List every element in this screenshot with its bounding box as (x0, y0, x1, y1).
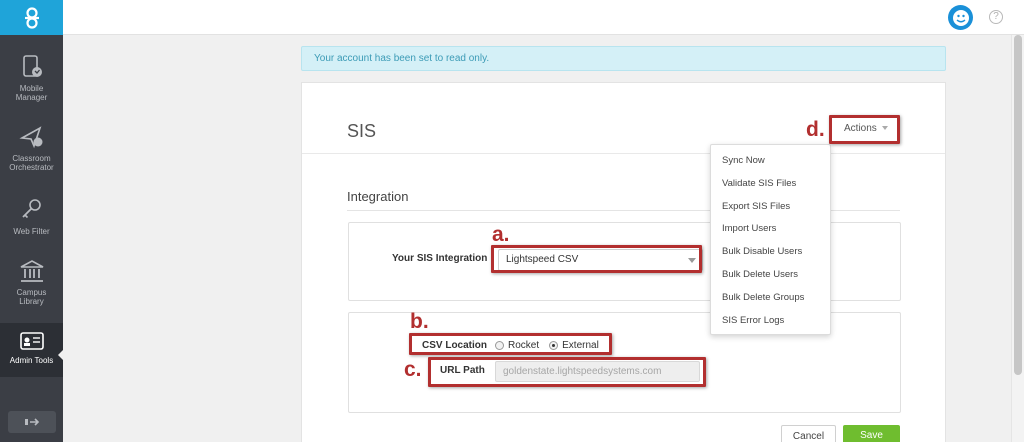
annotation-label-b: b. (410, 310, 429, 333)
paper-plane-icon (18, 126, 42, 149)
menu-item-export-sis-files[interactable]: Export SIS Files (711, 196, 830, 219)
sidebar-item-classroom-orchestrator[interactable]: Classroom Orchestrator (0, 124, 63, 172)
key-icon (21, 199, 41, 219)
id-card-icon (19, 332, 44, 350)
menu-item-bulk-delete-users[interactable]: Bulk Delete Users (711, 264, 830, 287)
menu-item-bulk-delete-groups[interactable]: Bulk Delete Groups (711, 287, 830, 310)
page-scrollbar[interactable] (1011, 35, 1024, 442)
annotation-highlight-d (829, 115, 900, 144)
scrollbar-thumb[interactable] (1014, 35, 1022, 375)
sidebar-item-mobile-manager[interactable]: Mobile Manager (0, 54, 63, 102)
menu-item-bulk-disable-users[interactable]: Bulk Disable Users (711, 241, 830, 264)
annotation-label-d: d. (806, 118, 825, 141)
sidebar-item-admin-tools[interactable]: Admin Tools (0, 323, 64, 377)
menu-item-sis-error-logs[interactable]: SIS Error Logs (711, 310, 830, 333)
library-building-icon (20, 260, 43, 282)
menu-item-validate-sis-files[interactable]: Validate SIS Files (711, 173, 830, 196)
save-button[interactable]: Save (843, 425, 900, 442)
lightspeed-logo-icon[interactable] (0, 0, 63, 35)
cancel-button[interactable]: Cancel (781, 425, 836, 442)
annotation-label-c: c. (404, 358, 422, 381)
actions-dropdown-menu: Sync Now Validate SIS Files Export SIS F… (710, 144, 831, 335)
annotation-highlight-a (491, 245, 702, 273)
annotation-highlight-b (409, 333, 612, 355)
collapse-arrow-icon (25, 418, 40, 426)
annotation-label-a: a. (492, 223, 510, 246)
top-bar (63, 0, 1024, 35)
annotation-highlight-c (428, 357, 706, 387)
help-icon[interactable]: ? (989, 10, 1003, 24)
sidebar: Mobile Manager Classroom Orchestrator We… (0, 0, 64, 442)
sis-integration-label: Your SIS Integration (392, 253, 488, 264)
divider (302, 153, 945, 154)
menu-item-import-users[interactable]: Import Users (711, 218, 830, 241)
sidebar-collapse-button[interactable] (8, 411, 56, 433)
page-title: SIS (347, 121, 377, 141)
user-avatar[interactable] (948, 5, 973, 30)
read-only-alert: Your account has been set to read only. (301, 46, 946, 71)
section-title-integration: Integration (347, 189, 409, 204)
sidebar-item-web-filter[interactable]: Web Filter (0, 197, 63, 236)
smiley-face-icon (952, 9, 969, 26)
mobile-device-icon (22, 55, 42, 77)
menu-item-sync-now[interactable]: Sync Now (711, 150, 830, 173)
sidebar-item-campus-library[interactable]: Campus Library (0, 258, 63, 306)
